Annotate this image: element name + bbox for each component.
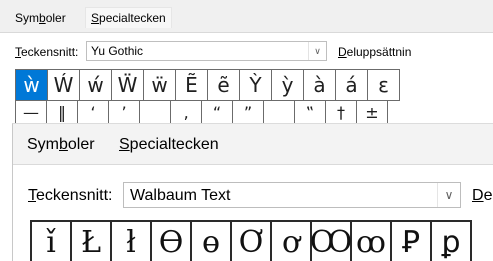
- chevron-down-icon[interactable]: ∨: [437, 183, 460, 207]
- symbol-cell[interactable]: ε: [368, 70, 400, 100]
- symbol-dialog-small: Symboler Specialtecken Teckensnitt: Yu G…: [0, 0, 493, 130]
- tab-symbols[interactable]: Symboler: [27, 134, 95, 156]
- symbol-cell[interactable]: ơ: [272, 222, 312, 261]
- symbol-cell[interactable]: ẁ: [16, 70, 48, 100]
- tab-special-characters[interactable]: Specialtecken: [119, 134, 219, 156]
- font-label: Teckensnitt:: [28, 187, 113, 204]
- tab-bar: Symboler Specialtecken: [13, 124, 493, 164]
- symbol-cell[interactable]: Ẅ: [112, 70, 144, 100]
- symbol-cell[interactable]: Ỳ: [240, 70, 272, 100]
- tab-divider: [0, 32, 493, 33]
- symbol-cell[interactable]: á: [336, 70, 368, 100]
- symbol-cell[interactable]: à: [304, 70, 336, 100]
- symbol-cell[interactable]: ꝏ: [352, 222, 392, 261]
- symbol-cell[interactable]: Ꝏ: [310, 222, 352, 261]
- tab-bar: Symboler Specialtecken: [0, 0, 493, 32]
- symbol-dialog-zoomed: Symboler Specialtecken Teckensnitt: Walb…: [12, 123, 493, 261]
- font-dropdown[interactable]: Yu Gothic ∨: [86, 41, 327, 61]
- symbol-cell[interactable]: Ө: [152, 222, 192, 261]
- symbol-cell[interactable]: ө: [192, 222, 232, 261]
- subset-label: De: [472, 187, 493, 204]
- symbol-cell[interactable]: ǐ: [32, 222, 72, 261]
- symbol-cell[interactable]: Ẃ: [48, 70, 80, 100]
- symbol-cell[interactable]: Ơ: [232, 222, 272, 261]
- font-dropdown-value: Walbaum Text: [130, 187, 231, 204]
- symbol-cell[interactable]: ẽ: [208, 70, 240, 100]
- chevron-down-icon[interactable]: ∨: [308, 42, 326, 60]
- tab-symbols[interactable]: Symboler: [15, 8, 66, 28]
- subset-label: Deluppsättnin: [338, 45, 412, 59]
- font-dropdown-value: Yu Gothic: [91, 44, 144, 58]
- font-dropdown[interactable]: Walbaum Text ∨: [123, 182, 461, 208]
- symbol-cell[interactable]: Ꝑ: [392, 222, 432, 261]
- symbol-cell[interactable]: ẃ: [80, 70, 112, 100]
- symbol-row: ẁẂẃẄẅẼẽỲỳàáε: [16, 69, 400, 100]
- symbol-cell[interactable]: Ẽ: [176, 70, 208, 100]
- font-label: Teckensnitt:: [15, 45, 79, 59]
- symbol-grid: ẁẂẃẄẅẼẽỲỳàáε — ‖ ‘’ ‚ “” ‟ † ±: [15, 69, 400, 130]
- symbol-cell[interactable]: ł: [112, 222, 152, 261]
- symbol-grid: ǐŁłӨөƠơꝎꝏꝐꝑ: [30, 220, 472, 261]
- tab-divider: [13, 164, 493, 165]
- symbol-cell[interactable]: ꝑ: [432, 222, 472, 261]
- tab-special-characters[interactable]: Specialtecken: [85, 7, 172, 28]
- symbol-cell[interactable]: Ł: [72, 222, 112, 261]
- symbol-cell[interactable]: ỳ: [272, 70, 304, 100]
- symbol-cell[interactable]: ẅ: [144, 70, 176, 100]
